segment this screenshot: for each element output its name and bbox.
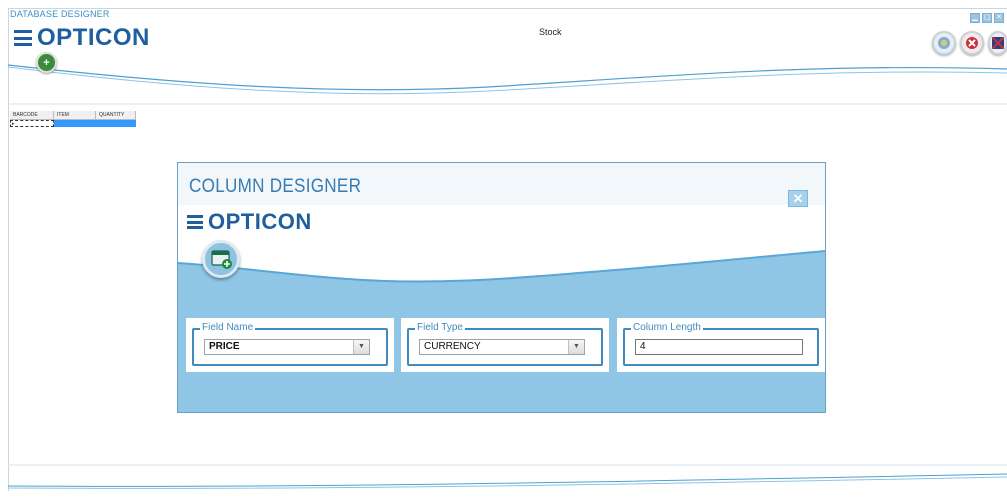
add-table-button[interactable]: +	[36, 52, 57, 73]
dialog-opticon-logo: OPTICON	[187, 209, 312, 235]
field-name-select[interactable]: PRICE ▼	[204, 339, 370, 355]
grid-column-header-quantity[interactable]: QUANTITY	[96, 111, 136, 119]
dialog-title: COLUMN DESIGNER	[189, 176, 362, 197]
minimize-icon[interactable]: ▁	[970, 13, 980, 23]
close-icon[interactable]: ✕	[994, 13, 1004, 23]
grid-column-header-item[interactable]: ITEM	[54, 111, 96, 119]
settings-button[interactable]	[932, 31, 956, 55]
column-length-group: Column Length 4	[617, 318, 825, 372]
grid-header: BARCODE ITEM QUANTITY	[10, 111, 136, 120]
chevron-down-icon[interactable]: ▼	[353, 340, 369, 354]
add-column-button[interactable]	[202, 240, 240, 278]
footer-wave-decoration	[8, 464, 1007, 489]
close-document-button[interactable]	[960, 31, 984, 55]
field-type-group: Field Type CURRENCY ▼	[401, 318, 609, 372]
maximize-icon[interactable]: ▢	[982, 13, 992, 23]
flag-icon	[992, 37, 1004, 49]
column-length-label: Column Length	[631, 322, 703, 333]
window-controls: ▁ ▢ ✕	[970, 13, 1004, 23]
field-type-select[interactable]: CURRENCY ▼	[419, 339, 585, 355]
table-row[interactable]: ▸	[10, 120, 136, 127]
column-length-input[interactable]: 4	[635, 339, 803, 355]
field-type-value: CURRENCY	[424, 341, 481, 352]
dialog-close-button[interactable]: ✕	[788, 190, 808, 207]
settings-icon	[938, 37, 950, 49]
plus-icon: +	[43, 56, 50, 69]
field-type-frame: Field Type CURRENCY ▼	[407, 322, 603, 366]
field-name-frame: Field Name PRICE ▼	[192, 322, 388, 366]
logo-text: OPTICON	[37, 24, 150, 51]
field-name-value: PRICE	[209, 341, 240, 352]
grid-cell-barcode[interactable]: ▸	[10, 120, 54, 127]
dialog-logo-text: OPTICON	[208, 209, 312, 234]
menu-bars-icon	[187, 215, 203, 229]
data-grid[interactable]: BARCODE ITEM QUANTITY ▸	[10, 111, 136, 127]
column-length-frame: Column Length 4	[623, 322, 819, 366]
header-wave-decoration	[8, 64, 1007, 105]
grid-cell-selected[interactable]	[54, 120, 136, 127]
close-circle-icon	[966, 37, 978, 49]
close-icon: ✕	[792, 191, 804, 206]
app-title: DATABASE DESIGNER	[10, 9, 110, 19]
field-name-label: Field Name	[200, 322, 256, 333]
menu-bars-icon	[14, 30, 32, 46]
field-type-label: Field Type	[415, 322, 465, 333]
column-designer-dialog: COLUMN DESIGNER ✕ OPTICON Field Name PRI…	[177, 162, 826, 413]
row-indicator-icon: ▸	[12, 121, 15, 127]
add-column-icon	[211, 250, 232, 269]
opticon-logo: OPTICON	[14, 24, 150, 52]
grid-column-header-barcode[interactable]: BARCODE	[10, 111, 54, 119]
document-title: Stock	[539, 27, 562, 37]
field-name-group: Field Name PRICE ▼	[186, 318, 394, 372]
language-button[interactable]	[988, 31, 1007, 55]
chevron-down-icon[interactable]: ▼	[568, 340, 584, 354]
